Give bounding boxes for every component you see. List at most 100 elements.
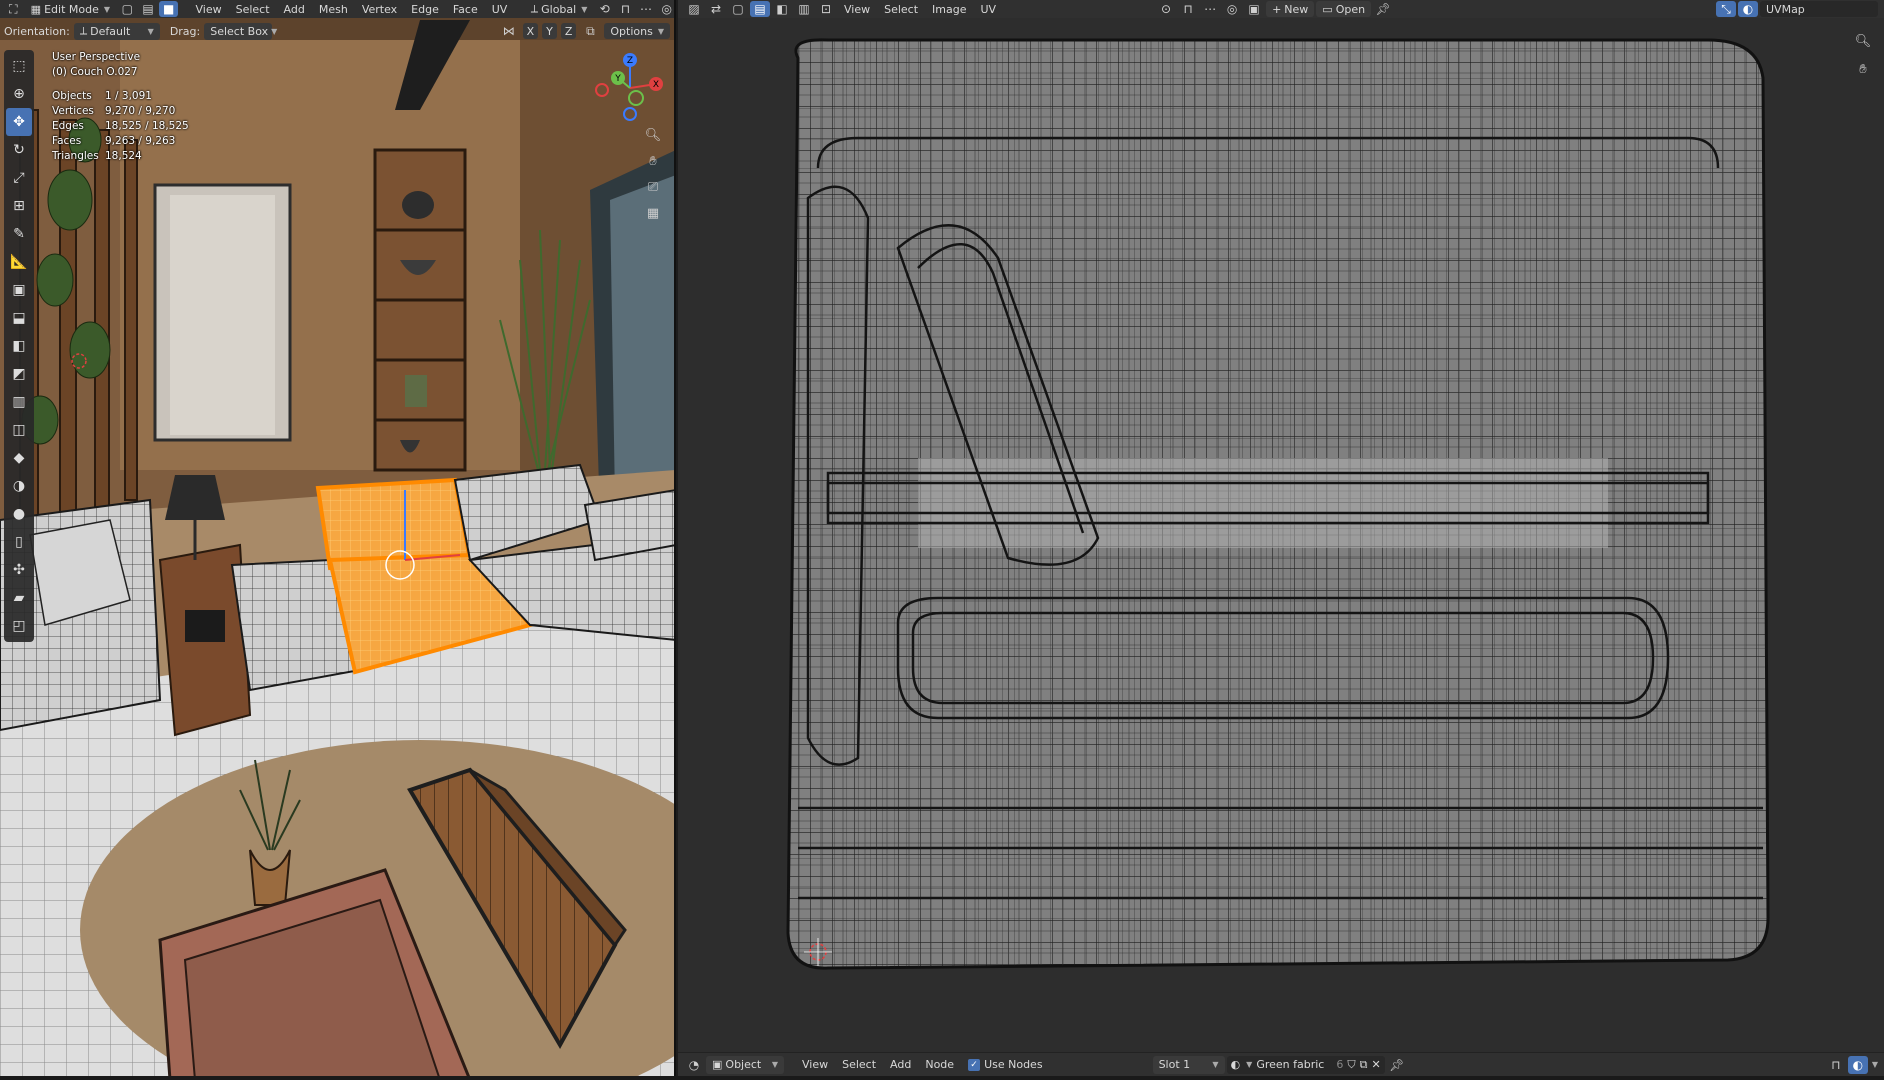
proportional-edit-icon[interactable]: ◎: [1222, 1, 1242, 17]
uv-vertex-select-icon[interactable]: ▢: [728, 1, 748, 17]
transform-orientation-dropdown[interactable]: ⟂ Global ▼: [524, 1, 594, 17]
overlay-toggle-icon[interactable]: ◐: [1847, 1055, 1868, 1074]
zoom-icon[interactable]: 🔍︎: [642, 124, 664, 146]
gizmo-y: Y: [614, 74, 621, 84]
node-menu-view[interactable]: View: [796, 1055, 834, 1075]
loop-cut-icon[interactable]: ▥: [6, 388, 32, 416]
menu-edge[interactable]: Edge: [405, 0, 445, 19]
vertex-select-icon[interactable]: ▢: [118, 1, 137, 17]
annotate-icon[interactable]: ✎: [6, 220, 32, 248]
orientation-dropdown[interactable]: ⟂ Default ▼: [73, 22, 160, 40]
menu-select[interactable]: Select: [230, 0, 276, 19]
gizmo-toggle-icon[interactable]: ⤡: [1716, 1, 1736, 17]
measure-icon[interactable]: 📐: [6, 248, 32, 276]
rip-icon[interactable]: ◰: [6, 612, 32, 640]
uv-menu-select[interactable]: Select: [878, 0, 924, 19]
extrude-icon[interactable]: ⬓: [6, 304, 32, 332]
axis-x-toggle[interactable]: X: [522, 23, 539, 39]
uv-sync-icon[interactable]: ⧉: [580, 23, 600, 39]
editor-type-icon[interactable]: ▨: [684, 1, 704, 17]
transform-icon[interactable]: ⊞: [6, 192, 32, 220]
mirror-icon[interactable]: ⋈: [499, 23, 519, 39]
node-menu-node[interactable]: Node: [919, 1055, 960, 1075]
snap-icon[interactable]: ⊓: [616, 1, 635, 17]
pin-icon[interactable]: 📌︎: [1387, 1056, 1407, 1074]
navigation-gizmo[interactable]: Z X Y: [590, 48, 670, 128]
uv-menu-image[interactable]: Image: [926, 0, 972, 19]
fake-user-icon[interactable]: ⛉: [1347, 1058, 1355, 1072]
rotate-icon[interactable]: ↻: [6, 136, 32, 164]
zoom-icon[interactable]: 🔍︎: [1852, 30, 1874, 52]
chevron-down-icon: ▼: [581, 4, 588, 14]
uv-menu-uv[interactable]: UV: [975, 0, 1003, 19]
uvmap-field[interactable]: UVMap: [1760, 1, 1878, 17]
snap-icon[interactable]: ⊓: [1826, 1056, 1846, 1074]
menu-add[interactable]: Add: [278, 0, 311, 19]
uv-wireframe-canvas[interactable]: [678, 18, 1884, 1058]
menu-face[interactable]: Face: [447, 0, 484, 19]
editor-type-icon[interactable]: ⛶: [4, 0, 23, 19]
material-selector[interactable]: ◐ ▼ Green fabric 6 ⛉ ⧉ ✕: [1226, 1055, 1385, 1074]
edge-slide-icon[interactable]: ▯: [6, 528, 32, 556]
uv-nav-buttons: 🔍︎ ✋︎: [1852, 30, 1874, 80]
knife-icon[interactable]: ◫: [6, 416, 32, 444]
new-image-button[interactable]: + New: [1266, 1, 1315, 17]
camera-icon[interactable]: ⎚: [642, 176, 664, 198]
axis-y-toggle[interactable]: Y: [542, 23, 557, 39]
edge-select-icon[interactable]: ▤: [139, 1, 158, 17]
pan-hand-icon[interactable]: ✋︎: [642, 150, 664, 172]
shader-type-dropdown[interactable]: ▣ Object ▼: [706, 1055, 784, 1074]
node-menu-add[interactable]: Add: [884, 1055, 917, 1075]
select-box-icon[interactable]: ⬚: [6, 52, 32, 80]
pin-icon[interactable]: 📌︎: [1373, 1, 1393, 17]
menu-vertex[interactable]: Vertex: [356, 0, 403, 19]
pivot-icon[interactable]: ⊙: [1156, 1, 1176, 17]
uv-island-select-icon[interactable]: ▥: [794, 1, 814, 17]
inset-icon[interactable]: ◧: [6, 332, 32, 360]
chevron-down-icon[interactable]: ▼: [1872, 1060, 1878, 1069]
shear-icon[interactable]: ▰: [6, 584, 32, 612]
smooth-icon[interactable]: ●: [6, 500, 32, 528]
snap-settings-icon[interactable]: ⋯: [1200, 1, 1220, 17]
ortho-grid-icon[interactable]: ▦: [642, 202, 664, 224]
mode-dropdown[interactable]: ▦ Edit Mode ▼: [24, 1, 117, 17]
move-icon[interactable]: ✥: [6, 108, 32, 136]
viewport-3d[interactable]: ⛶ ▦ Edit Mode ▼ ▢ ▤ ■ View Select Add Me…: [0, 0, 676, 1080]
editor-type-icon[interactable]: ◔: [684, 1056, 704, 1074]
duplicate-icon[interactable]: ⧉: [1360, 1058, 1368, 1072]
sticky-select-icon[interactable]: ⊡: [816, 1, 836, 17]
uv-face-select-icon[interactable]: ◧: [772, 1, 792, 17]
uv-editor[interactable]: ▨ ⇄ ▢ ▤ ◧ ▥ ⊡ View Select Image UV ⊙ ⊓ ⋯…: [678, 0, 1884, 1080]
open-image-button[interactable]: ▭ Open: [1316, 1, 1372, 17]
spin-icon[interactable]: ◑: [6, 472, 32, 500]
cursor-icon[interactable]: ⊕: [6, 80, 32, 108]
image-browse-icon[interactable]: ▣: [1244, 1, 1264, 17]
snap-icon[interactable]: ⊓: [1178, 1, 1198, 17]
slot-label: Slot 1: [1158, 1058, 1191, 1071]
pan-hand-icon[interactable]: ✋︎: [1852, 58, 1874, 80]
node-menu-select[interactable]: Select: [836, 1055, 882, 1075]
menu-view[interactable]: View: [190, 0, 228, 19]
uv-menu-view[interactable]: View: [838, 0, 876, 19]
axis-z-toggle[interactable]: Z: [560, 23, 577, 39]
menu-mesh[interactable]: Mesh: [313, 0, 354, 19]
pivot-icon[interactable]: ⟲: [595, 1, 614, 17]
shrink-fatten-icon[interactable]: ✣: [6, 556, 32, 584]
add-cube-icon[interactable]: ▣: [6, 276, 32, 304]
bevel-icon[interactable]: ◩: [6, 360, 32, 388]
use-nodes-toggle[interactable]: ✓ Use Nodes: [962, 1055, 1049, 1075]
uv-edge-select-icon[interactable]: ▤: [750, 1, 770, 17]
slot-dropdown[interactable]: Slot 1 ▼: [1152, 1055, 1225, 1074]
snap-settings-icon[interactable]: ⋯: [637, 1, 656, 17]
scale-icon[interactable]: ⤢: [6, 164, 32, 192]
unlink-icon[interactable]: ✕: [1371, 1058, 1380, 1071]
options-dropdown[interactable]: Options ▼: [604, 23, 670, 39]
viewport-overlay-stats: User Perspective (0) Couch O.027 Objects…: [52, 50, 189, 164]
uv-sync-icon[interactable]: ⇄: [706, 1, 726, 17]
menu-uv[interactable]: UV: [486, 0, 514, 19]
proportional-edit-icon[interactable]: ◎: [657, 1, 674, 17]
poly-build-icon[interactable]: ◆: [6, 444, 32, 472]
drag-dropdown[interactable]: Select Box ▼: [204, 22, 277, 40]
face-select-icon[interactable]: ■: [159, 1, 179, 17]
overlay-toggle-icon[interactable]: ◐: [1738, 1, 1758, 17]
